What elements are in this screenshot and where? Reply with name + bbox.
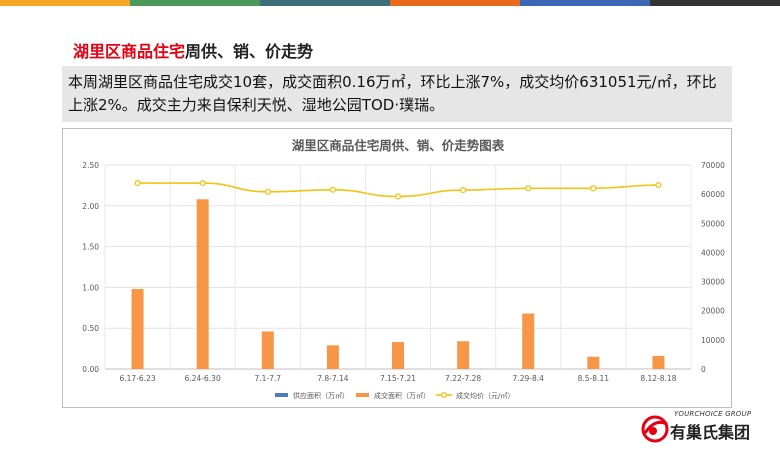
y-left-tick-label: 2.00 xyxy=(82,202,99,211)
legend-swatch-marker xyxy=(440,391,448,399)
y-right-tick-label: 60000 xyxy=(701,190,725,199)
bar-deal xyxy=(457,341,470,369)
chart-title: 湖里区商品住宅周供、销、价走势图表 xyxy=(292,138,505,153)
line-point xyxy=(199,180,206,187)
bar-deal xyxy=(392,342,404,369)
bar-deal xyxy=(652,355,665,369)
top-bar-segment xyxy=(0,0,130,6)
company-logo: YOURCHOICE GROUP 有巢氏集团 xyxy=(640,410,780,446)
x-tick-label: 7.8-7.14 xyxy=(317,374,349,383)
y-left-tick-label: 0.00 xyxy=(82,365,99,374)
x-tick-label: 8.12-8.18 xyxy=(640,374,676,383)
line-point xyxy=(590,185,597,192)
line-point xyxy=(134,180,141,187)
bar-deal xyxy=(131,289,144,369)
x-tick-label: 7.15-7.21 xyxy=(380,374,416,383)
bar-deal xyxy=(326,345,339,369)
logo-english-name: YOURCHOICE GROUP xyxy=(674,410,752,418)
line-point xyxy=(394,193,402,200)
x-tick-label: 6.17-6.23 xyxy=(120,374,156,383)
bar-deal xyxy=(196,199,209,369)
y-left-tick-label: 0.50 xyxy=(82,324,99,333)
bar-deal xyxy=(587,356,600,369)
line-point xyxy=(460,187,467,194)
slide-title-rest: 周供、销、价走势 xyxy=(185,42,314,61)
y-right-tick-label: 40000 xyxy=(701,248,725,257)
y-right-tick-label: 0 xyxy=(701,365,706,374)
line-point xyxy=(655,182,662,189)
y-right-tick-label: 30000 xyxy=(701,278,725,287)
x-tick-label: 7.1-7.7 xyxy=(254,374,281,383)
legend-label: 成交面积（万㎡） xyxy=(374,391,430,400)
legend-swatch xyxy=(356,393,369,397)
y-right-tick-label: 20000 xyxy=(701,307,725,316)
x-tick-label: 7.29-8.4 xyxy=(513,374,545,383)
legend-label: 供应面积（万㎡） xyxy=(293,391,349,400)
trend-chart: 湖里区商品住宅周供、销、价走势图表 0.00 0.50 1.00 1.50 2.00 2.5… xyxy=(82,138,725,400)
slide-title-highlight: 湖里区商品住宅 xyxy=(73,42,186,61)
legend-swatch xyxy=(275,393,288,397)
top-bar-segment xyxy=(130,0,260,6)
y-right-tick-label: 50000 xyxy=(701,219,725,228)
y-right-tick-label: 10000 xyxy=(701,336,725,345)
bar-deal xyxy=(522,313,535,369)
y-left-tick-label: 1.50 xyxy=(82,243,99,252)
top-bar-segment xyxy=(390,0,520,6)
top-color-bar xyxy=(0,0,780,6)
y-left-tick-label: 2.50 xyxy=(82,161,99,170)
top-bar-segment xyxy=(520,0,650,6)
x-tick-label: 6.24-6.30 xyxy=(185,374,221,383)
y-left-tick-label: 1.00 xyxy=(82,283,99,292)
summary-text: 本周湖里区商品住宅成交10套，成交面积0.16万㎡，环比上涨7%，成交均价631… xyxy=(62,66,732,122)
x-tick-label: 7.22-7.28 xyxy=(445,374,481,383)
top-bar-segment xyxy=(260,0,390,6)
line-point xyxy=(329,186,336,193)
logo-chinese-name: 有巢氏集团 xyxy=(670,423,751,442)
bar-deal xyxy=(261,331,274,369)
y-right-tick-label: 70000 xyxy=(701,161,725,170)
line-point xyxy=(525,185,532,192)
x-tick-label: 8.5-8.11 xyxy=(578,374,610,383)
chart-panel: 湖里区商品住宅周供、销、价走势图表 0.00 0.50 1.00 1.50 2.00 2.5… xyxy=(62,128,732,408)
slide-title: 湖里区商品住宅周供、销、价走势 xyxy=(73,38,313,62)
line-point xyxy=(264,188,271,195)
logo-mark-icon xyxy=(641,415,669,443)
top-bar-segment xyxy=(650,0,780,6)
legend-label: 成交均价（元/㎡） xyxy=(456,391,514,400)
